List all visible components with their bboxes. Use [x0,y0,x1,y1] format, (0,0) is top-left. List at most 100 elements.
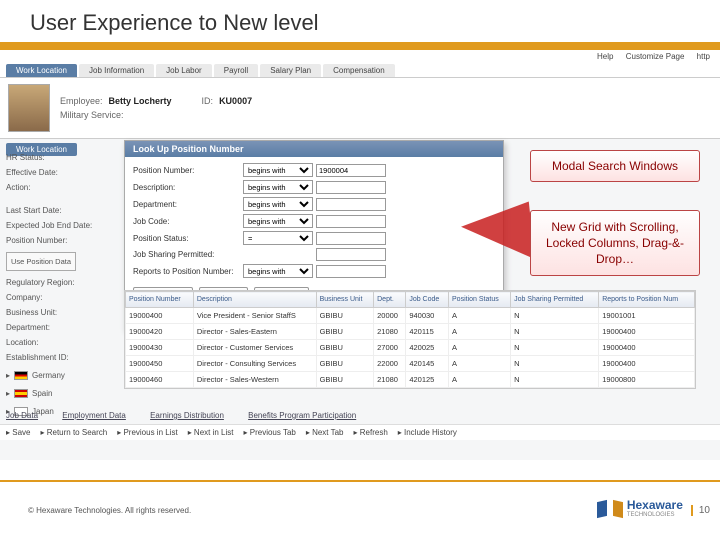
callout-grid: New Grid with Scrolling, Locked Columns,… [530,210,700,276]
search-input[interactable] [316,248,386,261]
field-label: Position Status: [133,234,243,243]
column-header[interactable]: Job Code [406,292,449,308]
link-emp-data[interactable]: Employment Data [62,411,126,420]
employee-labels: Employee:Betty Locherty ID:KU0007 Milita… [60,94,252,122]
app-content: Help Customize Page http Work Location J… [0,50,720,460]
flag-de-icon [14,371,28,380]
field-exp-end: Expected Job End Date: [6,218,118,233]
cell: A [449,372,511,388]
footer: © Hexaware Technologies. All rights rese… [0,480,720,540]
country-label: Spain [32,386,52,401]
field-label: Job Code: [133,217,243,226]
search-input[interactable] [316,215,386,228]
cell: GBIBU [316,340,374,356]
customize-link[interactable]: Customize Page [626,52,685,61]
tab-salary-plan[interactable]: Salary Plan [260,64,321,77]
cell: GBIBU [316,372,374,388]
cell: 420025 [406,340,449,356]
table-row[interactable]: 19000400Vice President - Senior StaffSGB… [126,308,695,324]
modal-title: Look Up Position Number [125,141,503,157]
table-row[interactable]: 19000420Director - Sales-EasternGBIBU210… [126,324,695,340]
field-hr-status: HR Status: [6,150,118,165]
field-busunit: Business Unit: [6,305,118,320]
field-label: Reports to Position Number: [133,267,243,276]
cell: Vice President - Senior StaffS [193,308,316,324]
field-dept: Department: [6,320,118,335]
column-header[interactable]: Reports to Position Num [599,292,695,308]
link-benefits[interactable]: Benefits Program Participation [248,411,356,420]
toolbar-next-tab[interactable]: ▸ Next Tab [306,428,344,437]
search-input[interactable] [316,265,386,278]
use-position-button[interactable]: Use Position Data [6,252,76,271]
table-row[interactable]: 19000460Director - Sales-WesternGBIBU210… [126,372,695,388]
cell: 21080 [374,372,406,388]
cell: 940030 [406,308,449,324]
http-link[interactable]: http [697,52,710,61]
search-input[interactable] [316,181,386,194]
column-header[interactable]: Description [193,292,316,308]
column-header[interactable]: Dept. [374,292,406,308]
operator-select[interactable]: = [243,231,313,245]
table-row[interactable]: 19000430Director - Customer ServicesGBIB… [126,340,695,356]
field-action: Action: [6,180,118,195]
link-earnings[interactable]: Earnings Distribution [150,411,224,420]
country-germany[interactable]: ▸ Germany [6,368,118,383]
tab-compensation[interactable]: Compensation [323,64,395,77]
cell: 20000 [374,308,406,324]
field-label: Description: [133,183,243,192]
tab-job-info[interactable]: Job Information [79,64,154,77]
cell: N [511,308,599,324]
link-job-data[interactable]: Job Data [6,411,38,420]
cell: A [449,340,511,356]
flag-es-icon [14,389,28,398]
operator-select[interactable]: begins with [243,163,313,177]
operator-select[interactable]: begins with [243,214,313,228]
search-input[interactable] [316,232,386,245]
cell: GBIBU [316,308,374,324]
field-location: Location: [6,335,118,350]
toolbar-previous-in-list[interactable]: ▸ Previous in List [117,428,177,437]
field-reg-region: Regulatory Region: [6,275,118,290]
column-header[interactable]: Position Number [126,292,194,308]
toolbar-save[interactable]: ▸ Save [6,428,30,437]
help-link[interactable]: Help [597,52,613,61]
cell: A [449,356,511,372]
toolbar-next-in-list[interactable]: ▸ Next in List [188,428,234,437]
cell: 19000400 [126,308,194,324]
cell: Director - Consulting Services [193,356,316,372]
tab-job-labor[interactable]: Job Labor [156,64,212,77]
toolbar-previous-tab[interactable]: ▸ Previous Tab [244,428,296,437]
toolbar-include-history[interactable]: ▸ Include History [398,428,457,437]
results-grid[interactable]: Position NumberDescriptionBusiness UnitD… [124,290,696,389]
operator-select[interactable]: begins with [243,180,313,194]
toolbar-return-to-search[interactable]: ▸ Return to Search [40,428,107,437]
operator-select[interactable]: begins with [243,197,313,211]
tab-work-location[interactable]: Work Location [6,64,77,77]
page-number: 10 [691,505,710,516]
field-label: Department: [133,200,243,209]
search-input[interactable] [316,198,386,211]
column-header[interactable]: Business Unit [316,292,374,308]
form-row: Position Number:begins with [133,163,495,177]
cell: N [511,340,599,356]
cell: Director - Sales-Eastern [193,324,316,340]
avatar [8,84,50,132]
form-row: Job Sharing Permitted: [133,248,495,261]
search-input[interactable] [316,164,386,177]
form-row: Position Status:= [133,231,495,245]
cell: 19000400 [599,324,695,340]
cell: 19000450 [126,356,194,372]
column-header[interactable]: Job Sharing Permitted [511,292,599,308]
cell: 19000400 [599,356,695,372]
callout-arrow-icon [459,202,535,267]
country-spain[interactable]: ▸ Spain [6,386,118,401]
cell: 19000800 [599,372,695,388]
tab-payroll[interactable]: Payroll [214,64,258,77]
header-links: Help Customize Page http [587,52,710,61]
field-label: Job Sharing Permitted: [133,250,243,259]
column-header[interactable]: Position Status [449,292,511,308]
cell: N [511,372,599,388]
table-row[interactable]: 19000450Director - Consulting ServicesGB… [126,356,695,372]
operator-select[interactable]: begins with [243,264,313,278]
toolbar-refresh[interactable]: ▸ Refresh [354,428,388,437]
